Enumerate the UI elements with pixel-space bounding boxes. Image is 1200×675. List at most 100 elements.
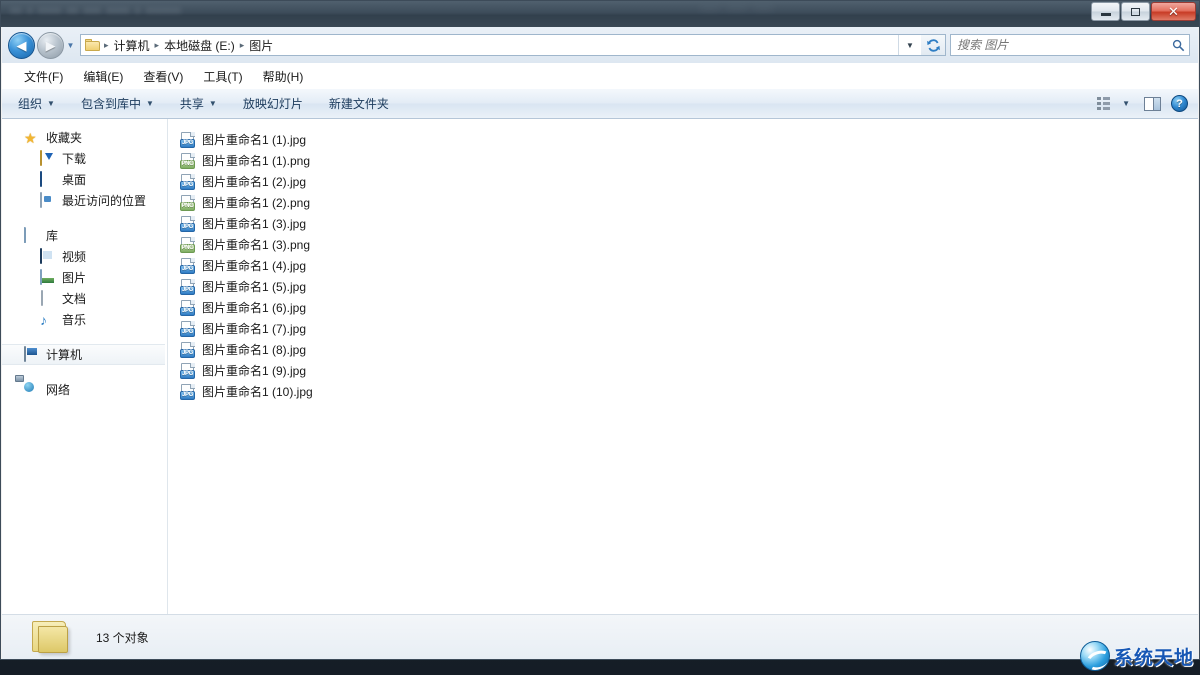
jpg-file-icon: JPG [180,278,196,295]
toolbar-button-include-in-library[interactable]: 包含到库中 ▼ [71,92,164,115]
sidebar-label-pictures: 图片 [62,271,87,285]
sidebar-item-pictures[interactable]: 图片 [2,267,167,288]
maximize-button[interactable] [1121,2,1150,21]
library-icon [24,226,40,244]
close-button[interactable]: ✕ [1151,2,1196,21]
menu-item-help[interactable]: 帮助(H) [253,66,314,87]
toolbar-button-share[interactable]: 共享 ▼ [170,92,227,115]
file-name: 图片重命名1 (10).jpg [202,385,313,399]
file-type-badge: PNG [180,201,195,211]
toolbar-button-slideshow[interactable]: 放映幻灯片 [233,92,313,115]
toolbar-label-slideshow: 放映幻灯片 [242,97,303,111]
file-type-badge: JPG [180,369,195,379]
toolbar-button-organize[interactable]: 组织 ▼ [8,92,65,115]
recent-locations-button[interactable]: ▼ [64,35,77,55]
file-list-item[interactable]: JPG 图片重命名1 (8).jpg [180,339,1198,360]
preview-pane-button[interactable] [1144,96,1161,111]
file-name: 图片重命名1 (6).jpg [202,301,307,315]
sidebar-item-documents[interactable]: 文档 [2,288,167,309]
png-file-icon: PNG [180,152,196,169]
sidebar-item-desktop[interactable]: 桌面 [2,169,167,190]
file-list-item[interactable]: JPG 图片重命名1 (7).jpg [180,318,1198,339]
address-dropdown-button[interactable]: ▼ [898,35,921,55]
file-list-item[interactable]: JPG 图片重命名1 (10).jpg [180,381,1198,402]
sidebar-item-computer[interactable]: 计算机 [2,344,165,365]
file-list-item[interactable]: PNG 图片重命名1 (1).png [180,150,1198,171]
sidebar-item-videos[interactable]: 视频 [2,246,167,267]
address-bar[interactable]: ▸ 计算机 ▸ 本地磁盘 (E:) ▸ 图片 ▼ [80,34,921,56]
file-name: 图片重命名1 (3).jpg [202,217,307,231]
file-list-item[interactable]: JPG 图片重命名1 (9).jpg [180,360,1198,381]
breadcrumb-item-drive-e[interactable]: 本地磁盘 (E:) [161,37,238,54]
file-name: 图片重命名1 (7).jpg [202,322,307,336]
file-name: 图片重命名1 (1).jpg [202,133,307,147]
toolbar-button-new-folder[interactable]: 新建文件夹 [319,92,399,115]
png-file-icon: PNG [180,194,196,211]
file-list-item[interactable]: JPG 图片重命名1 (2).jpg [180,171,1198,192]
change-view-button[interactable] [1097,97,1113,110]
close-icon: ✕ [1168,4,1179,19]
file-type-badge: JPG [180,222,195,232]
file-list-item[interactable]: JPG 图片重命名1 (5).jpg [180,276,1198,297]
breadcrumb-separator: ▸ [154,39,160,50]
pictures-icon [40,268,56,286]
toolbar-label-include-in-library: 包含到库中 [80,97,141,111]
file-name: 图片重命名1 (1).png [202,154,311,168]
search-box[interactable] [950,34,1190,56]
toolbar-label-organize: 组织 [18,97,43,111]
sidebar-label-recent-places: 最近访问的位置 [62,194,147,208]
forward-arrow-icon: ▶ [45,37,56,53]
minimize-button[interactable] [1091,2,1120,21]
sidebar-item-downloads[interactable]: 下载 [2,148,167,169]
star-icon: ★ [24,129,37,146]
help-button[interactable]: ? [1171,95,1188,112]
sidebar-item-recent-places[interactable]: 最近访问的位置 [2,190,167,211]
refresh-button[interactable] [921,34,946,56]
jpg-file-icon: JPG [180,320,196,337]
jpg-file-icon: JPG [180,383,196,400]
breadcrumb-item-computer[interactable]: 计算机 [111,37,153,54]
file-list-item[interactable]: JPG 图片重命名1 (6).jpg [180,297,1198,318]
menu-item-tools[interactable]: 工具(T) [193,66,252,87]
watermark-text: 系统天地 [1113,647,1194,669]
file-type-badge: JPG [180,138,195,148]
file-list-item[interactable]: JPG 图片重命名1 (3).jpg [180,213,1198,234]
sidebar-item-network[interactable]: 网络 [2,379,167,400]
sidebar-group-favorites[interactable]: ★ 收藏夹 [2,127,167,148]
sidebar-group-libraries[interactable]: 库 [2,225,167,246]
navigation-bar: ◀ ▶ ▼ ▸ 计算机 ▸ 本地磁盘 (E:) ▸ 图片 ▼ 搜索 图片 [2,27,1198,63]
back-button[interactable]: ◀ [8,31,35,59]
recent-places-icon [40,191,56,209]
maximize-icon [1131,7,1140,16]
network-icon [24,382,40,398]
status-item-count: 13 个对象 [96,630,149,645]
preview-pane-icon [1144,96,1161,111]
file-type-badge: JPG [180,264,195,274]
menu-item-file[interactable]: 文件(F) [14,66,73,87]
jpg-file-icon: JPG [180,362,196,379]
chevron-down-icon: ▼ [208,99,217,108]
explorer-window-root: ▪▪ ▪ ▪▪▪▪ ▪▪ ▪▪▪ ▪▪▪▪ ▪ ▪▪▪▪▪▪ ▪▪▪ ▪▪▪ ▪… [0,0,1200,675]
chevron-down-icon: ▼ [66,40,75,50]
file-list-item[interactable]: PNG 图片重命名1 (3).png [180,234,1198,255]
forward-button[interactable]: ▶ [37,31,64,59]
view-dropdown-button[interactable]: ▼ [1117,99,1130,108]
sidebar-item-music[interactable]: ♪ 音乐 [2,309,167,330]
explorer-window: ▪▪ ▪ ▪▪▪▪ ▪▪ ▪▪▪ ▪▪▪▪ ▪ ▪▪▪▪▪▪ ▪▪▪ ▪▪▪ ▪… [0,0,1200,660]
search-input[interactable] [951,37,1167,53]
breadcrumb-item-pictures[interactable]: 图片 [246,37,276,54]
menu-item-edit[interactable]: 编辑(E) [73,66,133,87]
file-list-item[interactable]: PNG 图片重命名1 (2).png [180,192,1198,213]
file-list-item[interactable]: JPG 图片重命名1 (4).jpg [180,255,1198,276]
toolbar-label-new-folder: 新建文件夹 [328,97,389,111]
file-name: 图片重命名1 (2).png [202,196,311,210]
title-bar[interactable]: ▪▪ ▪ ▪▪▪▪ ▪▪ ▪▪▪ ▪▪▪▪ ▪ ▪▪▪▪▪▪ ▪▪▪ ▪▪▪ ▪… [1,1,1199,27]
command-toolbar: 组织 ▼ 包含到库中 ▼ 共享 ▼ 放映幻灯片 新建文件夹 ▼ ? [2,89,1198,119]
sidebar-label-network: 网络 [46,383,71,397]
refresh-icon [926,38,940,52]
menu-item-view[interactable]: 查看(V) [133,66,193,87]
file-list-item[interactable]: JPG 图片重命名1 (1).jpg [180,129,1198,150]
desktop-icon [40,170,56,188]
breadcrumb-folder-icon [85,39,100,51]
